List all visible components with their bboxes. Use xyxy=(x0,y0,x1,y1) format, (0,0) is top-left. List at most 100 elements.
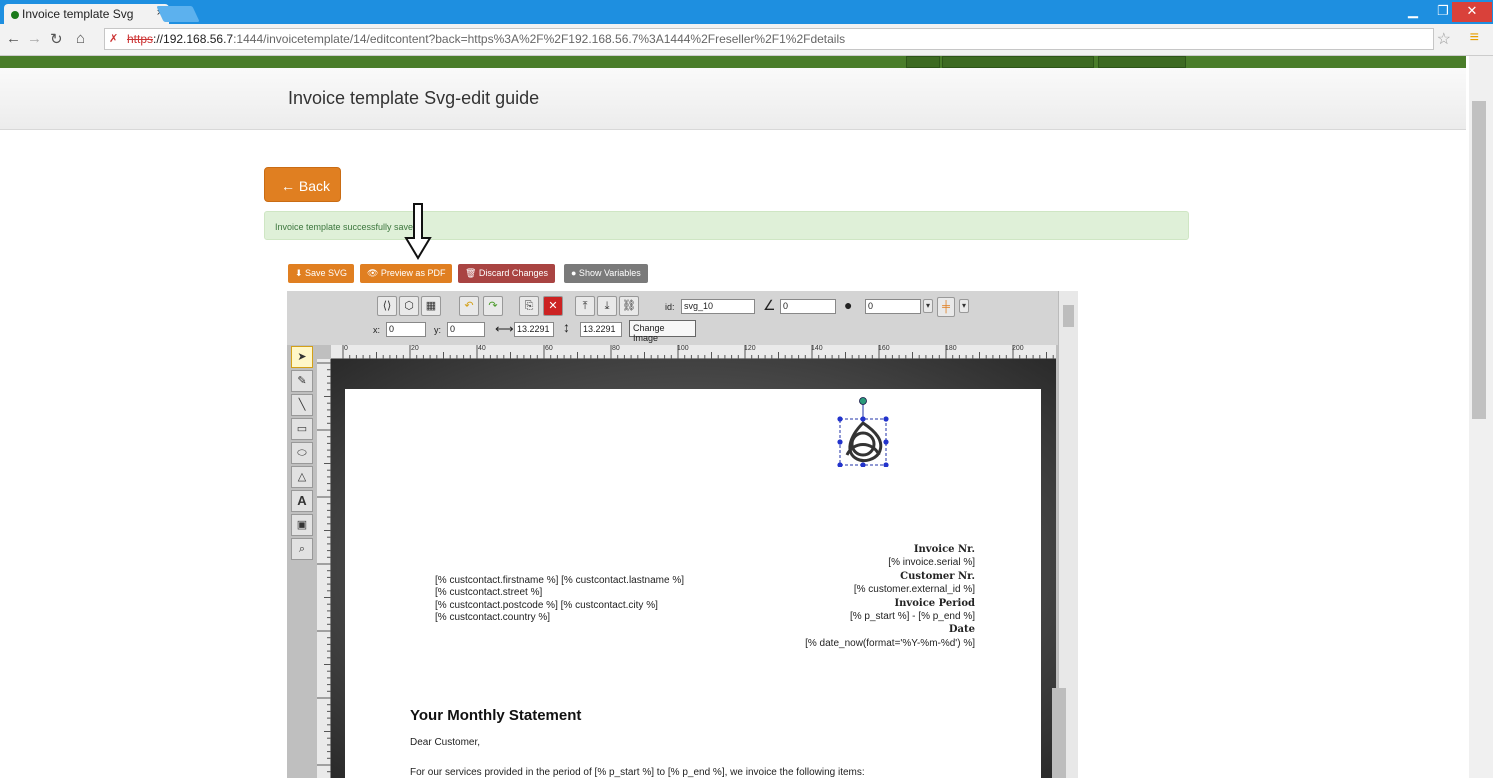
down-arrow-annotation-icon xyxy=(404,203,432,260)
customer-nr-label: Customer Nr. xyxy=(900,570,975,582)
browser-menu-icon[interactable]: ≡ xyxy=(1470,29,1479,47)
back-button[interactable]: ← Back xyxy=(264,167,341,202)
ruler-label: 80 xyxy=(612,345,620,352)
ruler-label: 60 xyxy=(545,345,553,352)
editor-top-toolbar: ⟨⟩ ⬡ ▦ ↶ ↷ ⎘ ✕ ⤒ ⤓ ⛓ id: svg_10 ∠ 0 ● 0 … xyxy=(287,291,1078,345)
align-icon[interactable]: ╪ xyxy=(937,297,955,317)
invoice-info: Invoice Nr. [% invoice.serial %] Custome… xyxy=(805,543,975,650)
select-tool-icon[interactable]: ➤ xyxy=(291,346,313,368)
angle-input[interactable]: 0 xyxy=(780,299,836,314)
url-path: :1444/invoicetemplate/14/editcontent?bac… xyxy=(233,32,846,46)
show-variables-button[interactable]: ● Show Variables xyxy=(564,264,648,283)
new-tab-button[interactable] xyxy=(156,6,200,22)
nav-item[interactable] xyxy=(942,56,1094,68)
wireframe-icon[interactable]: ⬡ xyxy=(399,296,419,316)
statement-title: Your Monthly Statement xyxy=(410,707,582,724)
customer-address: [% custcontact.firstname %] [% custconta… xyxy=(435,575,684,625)
back-icon[interactable]: ← xyxy=(6,30,21,47)
canvas-scroll-thumb[interactable] xyxy=(1052,688,1066,778)
date-label: Date xyxy=(948,624,975,636)
y-label: y: xyxy=(434,325,442,335)
celtic-knot-image[interactable] xyxy=(835,397,891,467)
y-input[interactable]: 0 xyxy=(447,322,485,337)
height-icon: ↕ xyxy=(563,319,570,335)
align-dropdown-icon[interactable]: ▾ xyxy=(959,299,969,313)
url-scheme: https xyxy=(127,32,154,46)
blur-input[interactable]: 0 xyxy=(865,299,921,314)
ruler-label: 100 xyxy=(677,345,689,352)
rectangle-tool-icon[interactable]: ▭ xyxy=(291,418,313,440)
minimize-icon[interactable]: ▁ xyxy=(1398,2,1428,22)
ruler-label: 200 xyxy=(1012,345,1024,352)
ruler-label: 120 xyxy=(744,345,756,352)
address-line: [% custcontact.street %] xyxy=(435,587,543,599)
browser-titlebar: Invoice template Svg × ▁ ❐ ✕ xyxy=(0,0,1493,24)
ellipse-tool-icon[interactable]: ⬭ xyxy=(291,442,313,464)
height-input[interactable]: 13.2291 xyxy=(580,322,622,337)
address-line: [% custcontact.postcode %] [% custcontac… xyxy=(435,599,658,611)
line-tool-icon[interactable]: ╲ xyxy=(291,394,313,416)
ruler-label: 180 xyxy=(945,345,957,352)
close-window-icon[interactable]: ✕ xyxy=(1452,2,1492,22)
intro-text: For our services provided in the period … xyxy=(410,767,865,778)
horizontal-ruler: 0 20 40 60 80 100 120 140 160 180 200 xyxy=(331,345,1056,359)
greeting-text: Dear Customer, xyxy=(410,737,481,748)
page-header: Invoice template Svg-edit guide xyxy=(0,68,1466,130)
text-tool-icon[interactable]: A xyxy=(291,490,313,512)
image-tool-icon[interactable]: ▣ xyxy=(291,514,313,536)
home-icon[interactable]: ⌂ xyxy=(76,30,85,47)
id-input[interactable]: svg_10 xyxy=(681,299,755,314)
redo-icon[interactable]: ↷ xyxy=(483,296,503,316)
address-line: [% custcontact.firstname %] [% custconta… xyxy=(435,575,684,586)
customer-nr-value: [% customer.external_id %] xyxy=(853,584,975,596)
bookmark-star-icon[interactable]: ☆ xyxy=(1437,29,1451,49)
vertical-ruler xyxy=(317,359,331,778)
left-toolbox: ➤ ✎ ╲ ▭ ⬭ △ A ▣ ⌕ xyxy=(289,346,315,576)
ruler-label: 20 xyxy=(411,345,419,352)
nav-item[interactable] xyxy=(906,56,940,68)
insecure-lock-icon: ✗ xyxy=(109,33,119,45)
date-value: [% date_now(format='%Y-%m-%d') %] xyxy=(805,637,975,649)
nav-item[interactable] xyxy=(1098,56,1186,68)
preview-pdf-button[interactable]: 👁 Preview as PDF xyxy=(360,264,453,283)
discard-changes-button[interactable]: 🗑 Discard Changes xyxy=(458,264,555,283)
forward-icon[interactable]: → xyxy=(27,30,42,47)
grid-icon[interactable]: ▦ xyxy=(421,296,441,316)
invoice-period-value: [% p_start %] - [% p_end %] xyxy=(849,611,975,623)
save-svg-button[interactable]: ⬇ Save SVG xyxy=(288,264,355,283)
link-icon[interactable]: ⛓ xyxy=(619,296,639,316)
move-to-bottom-icon[interactable]: ⤓ xyxy=(597,296,617,316)
dropdown-icon[interactable]: ▾ xyxy=(923,299,933,313)
invoice-period-label: Invoice Period xyxy=(894,597,975,609)
url-input[interactable]: ✗ https://192.168.56.7:1444/invoicetempla… xyxy=(104,28,1434,50)
x-input[interactable]: 0 xyxy=(386,322,426,337)
width-input[interactable]: 13.2291 xyxy=(514,322,554,337)
ruler-label: 40 xyxy=(478,345,486,352)
page-scroll-thumb[interactable] xyxy=(1472,101,1486,419)
page-scrollbar[interactable] xyxy=(1469,56,1493,778)
ruler-label: 140 xyxy=(811,345,823,352)
angle-icon: ∠ xyxy=(763,297,776,313)
path-tool-icon[interactable]: △ xyxy=(291,466,313,488)
blur-icon: ● xyxy=(844,297,853,313)
change-image-tooltip[interactable]: Change Image xyxy=(629,320,696,343)
tab-title: Invoice template Svg xyxy=(22,7,134,21)
page-title: Invoice template Svg-edit guide xyxy=(288,88,540,108)
reload-icon[interactable]: ↻ xyxy=(50,30,63,48)
ruler-label: 0 xyxy=(344,345,348,352)
source-icon[interactable]: ⟨⟩ xyxy=(377,296,397,316)
undo-icon[interactable]: ↶ xyxy=(459,296,479,316)
browser-tab[interactable]: Invoice template Svg × xyxy=(4,4,169,24)
editor-scroll-thumb-top[interactable] xyxy=(1063,305,1074,327)
invoice-nr-label: Invoice Nr. xyxy=(913,544,975,555)
delete-icon[interactable]: ✕ xyxy=(543,296,563,316)
address-bar: ← → ↻ ⌂ ✗ https://192.168.56.7:1444/invoi… xyxy=(0,24,1493,56)
move-to-top-icon[interactable]: ⤒ xyxy=(575,296,595,316)
invoice-nr-value: [% invoice.serial %] xyxy=(888,557,975,569)
favicon-icon xyxy=(11,11,19,19)
pencil-tool-icon[interactable]: ✎ xyxy=(291,370,313,392)
ruler-label: 160 xyxy=(878,345,890,352)
clone-icon[interactable]: ⎘ xyxy=(519,296,539,316)
zoom-tool-icon[interactable]: ⌕ xyxy=(291,538,313,560)
document-page[interactable]: [% custcontact.firstname %] [% custconta… xyxy=(345,389,1041,778)
